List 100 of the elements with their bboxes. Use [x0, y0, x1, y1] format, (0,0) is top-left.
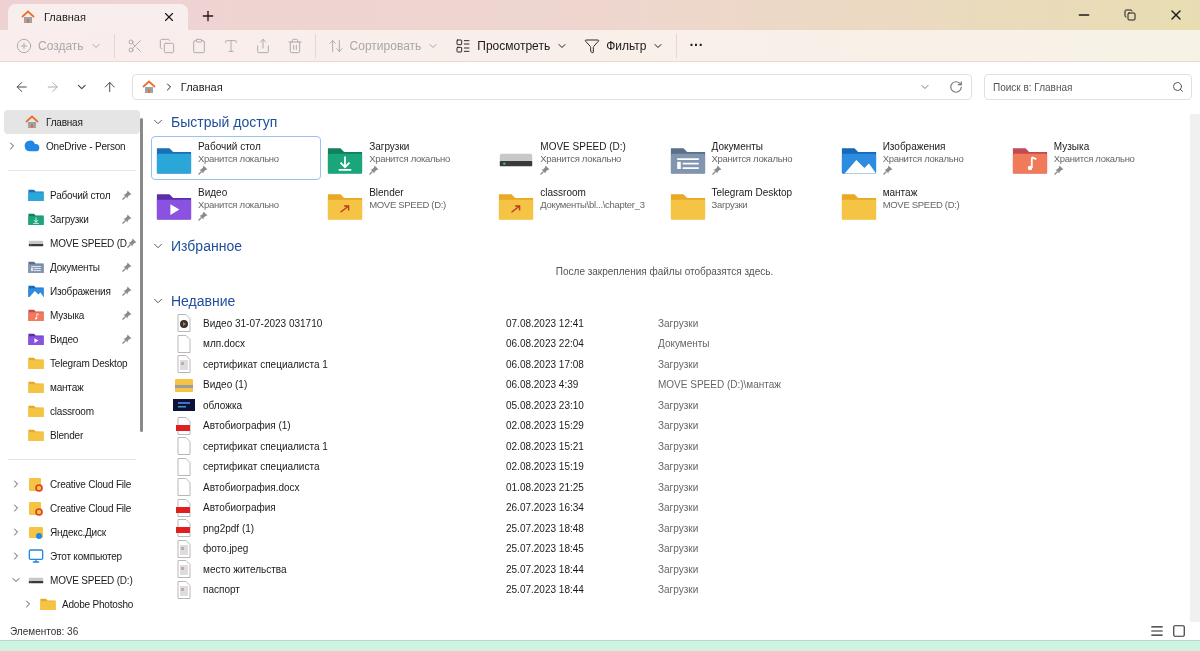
- sidebar-label: Яндекс.Диск: [50, 525, 106, 540]
- view-button[interactable]: Просмотреть: [447, 29, 577, 62]
- details-view-icon[interactable]: [1150, 624, 1164, 638]
- list-view-icon: [455, 37, 472, 54]
- address-bar[interactable]: Главная: [131, 74, 972, 100]
- restore-icon[interactable]: [1124, 9, 1136, 21]
- file-row[interactable]: фото.jpeg 25.07.2023 18:45 Загрузки: [151, 538, 1178, 559]
- item-count: Элементов: 36: [10, 624, 79, 639]
- file-date: 25.07.2023 18:44: [506, 562, 585, 577]
- file-name: паспорт: [203, 583, 241, 598]
- share-icon: [254, 37, 271, 54]
- file-date: 02.08.2023 15:19: [506, 460, 585, 475]
- sidebar-item[interactable]: Telegram Desktop: [8, 351, 136, 375]
- quick-access-tile[interactable]: Рабочий стол Хранится локально: [151, 136, 321, 180]
- section-title[interactable]: Избранное: [171, 235, 242, 257]
- file-row[interactable]: обложка 05.08.2023 23:10 Загрузки: [151, 395, 1178, 416]
- tile-location: Хранится локально: [369, 153, 450, 165]
- sidebar-label: classroom: [50, 404, 94, 419]
- text-icon: [222, 37, 239, 54]
- file-row[interactable]: Видео (1) 06.08.2023 4:39 MOVE SPEED (D:)\мантаж: [151, 374, 1178, 395]
- quick-access-tile[interactable]: Документы Хранится локально: [664, 136, 835, 180]
- sidebar-item[interactable]: Загрузки: [8, 207, 136, 231]
- tile-title: classroom: [540, 187, 587, 199]
- sidebar-label: MOVE SPEED (D: [50, 236, 127, 251]
- sidebar-item[interactable]: Этот компьютер: [8, 544, 136, 568]
- file-row[interactable]: Автобиография.docx 01.08.2023 21:25 Загрузки: [151, 477, 1178, 498]
- sidebar-item[interactable]: Изображения: [8, 279, 136, 303]
- sidebar-item[interactable]: Creative Cloud File: [8, 472, 136, 496]
- sidebar-scrollbar[interactable]: [140, 118, 143, 432]
- quick-access-tile[interactable]: Telegram Desktop Загрузки: [664, 182, 835, 226]
- file-icon: [176, 457, 192, 476]
- file-row[interactable]: png2pdf (1) 25.07.2023 18:48 Загрузки: [151, 518, 1178, 539]
- breadcrumb[interactable]: Главная: [180, 78, 223, 96]
- file-row[interactable]: место жительства 25.07.2023 18:44 Загрузки: [151, 559, 1178, 580]
- tile-title: Рабочий стол: [198, 141, 262, 153]
- section-title[interactable]: Быстрый доступ: [171, 111, 278, 133]
- sidebar-label: Creative Cloud File: [50, 477, 132, 492]
- sidebar-label: Blender: [50, 428, 84, 443]
- tab[interactable]: Главная: [8, 4, 188, 30]
- search-field[interactable]: Поиск в: Главная: [984, 74, 1192, 101]
- tile-location: Хранится локально: [198, 153, 279, 165]
- file-date: 06.08.2023 22:04: [506, 337, 585, 352]
- file-row[interactable]: млп.docx 06.08.2023 22:04 Документы: [151, 333, 1178, 354]
- tile-title: Видео: [198, 187, 229, 199]
- sidebar-label: мантаж: [50, 380, 84, 395]
- sidebar-item[interactable]: Яндекс.Диск: [8, 520, 136, 544]
- sidebar-item[interactable]: classroom: [8, 399, 136, 423]
- file-date: 02.08.2023 15:29: [506, 419, 585, 434]
- file-row[interactable]: сертификат специалиста 1 06.08.2023 17:08 Загрузки: [151, 354, 1178, 375]
- tile-location: Хранится локально: [198, 199, 279, 211]
- file-location: Загрузки: [658, 419, 699, 434]
- quick-access-tile[interactable]: Музыка Хранится локально: [1006, 136, 1177, 180]
- file-date: 01.08.2023 21:25: [506, 480, 585, 495]
- close-tab-icon[interactable]: [162, 10, 176, 24]
- file-row[interactable]: сертификат специалиста 1 02.08.2023 15:21 Загрузки: [151, 436, 1178, 457]
- sidebar-item[interactable]: Видео: [8, 327, 136, 351]
- back-icon[interactable]: [14, 79, 30, 95]
- sidebar-item[interactable]: Главная: [4, 110, 140, 134]
- sidebar-label: Creative Cloud File: [50, 501, 132, 516]
- file-row[interactable]: сертификат специалиста 02.08.2023 15:19 Загрузки: [151, 456, 1178, 477]
- file-row[interactable]: Видео 31-07-2023 031710 07.08.2023 12:41 Загрузки: [151, 313, 1178, 334]
- quick-access-tile[interactable]: Загрузки Хранится локально: [322, 136, 493, 180]
- tile-title: Blender: [369, 187, 405, 199]
- sidebar-item[interactable]: Blender: [8, 423, 136, 447]
- up-icon[interactable]: [102, 79, 118, 95]
- tiles-view-icon[interactable]: [1172, 624, 1186, 638]
- file-row[interactable]: паспорт 25.07.2023 18:44 Загрузки: [151, 579, 1178, 600]
- tile-location: Загрузки: [711, 199, 749, 211]
- sidebar-item[interactable]: Музыка: [8, 303, 136, 327]
- file-name: Видео (1): [203, 378, 249, 393]
- file-date: 06.08.2023 17:08: [506, 357, 585, 372]
- empty-message: После закрепления файлы отобразятся здесь.: [555, 265, 774, 279]
- sidebar-item[interactable]: Рабочий стол: [8, 183, 136, 207]
- file-location: Загрузки: [658, 521, 699, 536]
- sidebar-item[interactable]: MOVE SPEED (D: [8, 231, 136, 255]
- home-icon: [24, 114, 40, 130]
- quick-access-tile[interactable]: мантаж MOVE SPEED (D:): [835, 182, 1006, 226]
- sidebar-item[interactable]: Creative Cloud File: [8, 496, 136, 520]
- new-tab-icon[interactable]: [200, 8, 216, 24]
- more-button[interactable]: ···: [681, 29, 712, 62]
- quick-access-tile[interactable]: MOVE SPEED (D:) Хранится локально: [493, 136, 664, 180]
- quick-access-tile[interactable]: Изображения Хранится локально: [835, 136, 1006, 180]
- folder-icon: [28, 379, 44, 395]
- sidebar-item[interactable]: Документы: [8, 255, 136, 279]
- refresh-icon[interactable]: [949, 80, 963, 94]
- filter-button[interactable]: Фильтр: [576, 29, 673, 62]
- sidebar-label: Telegram Desktop: [50, 356, 128, 371]
- sidebar-item[interactable]: MOVE SPEED (D:): [8, 568, 136, 592]
- sidebar-item[interactable]: мантаж: [8, 375, 136, 399]
- sidebar-item[interactable]: Adobe Photosho: [8, 592, 136, 616]
- sidebar-item[interactable]: OneDrive - Person: [4, 134, 140, 158]
- quick-access-tile[interactable]: Blender MOVE SPEED (D:): [322, 182, 493, 226]
- file-row[interactable]: Автобиография 26.07.2023 16:34 Загрузки: [151, 497, 1178, 518]
- forward-icon[interactable]: [45, 79, 61, 95]
- file-row[interactable]: Автобиография (1) 02.08.2023 15:29 Загрузки: [151, 415, 1178, 436]
- file-icon: [176, 334, 192, 353]
- quick-access-tile[interactable]: Видео Хранится локально: [151, 182, 321, 226]
- search-icon[interactable]: [1172, 80, 1184, 93]
- section-title[interactable]: Недавние: [171, 290, 236, 312]
- quick-access-tile[interactable]: classroom Документы\bl...\chapter_3: [493, 182, 664, 226]
